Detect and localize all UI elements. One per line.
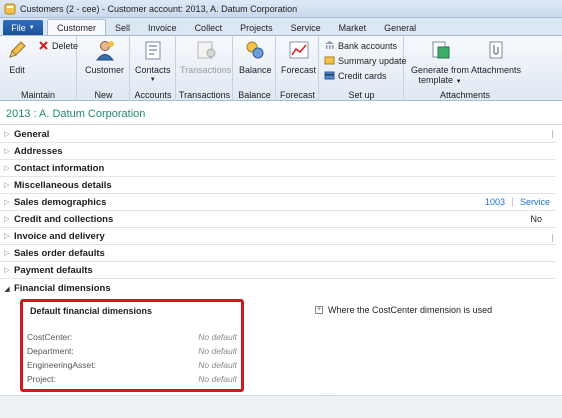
summary-link-service[interactable]: Service — [520, 197, 550, 207]
tab-invoice[interactable]: Invoice — [139, 20, 186, 36]
tab-general[interactable]: General — [375, 20, 425, 36]
group-maintain: Edit Delete Maintain — [0, 36, 78, 101]
template-icon — [432, 41, 450, 59]
group-forecast: Forecast Forecast — [277, 36, 319, 101]
summary-update-button[interactable]: Summary update — [324, 55, 407, 66]
divider — [511, 197, 513, 207]
tab-projects[interactable]: Projects — [231, 20, 282, 36]
tab-customer[interactable]: Customer — [47, 19, 107, 36]
record-title: 2013 : A. Datum Corporation — [6, 108, 146, 120]
attachment-icon — [489, 41, 503, 59]
summary-value: No — [530, 214, 542, 224]
fasttab-payment-defaults[interactable]: ▷ Payment defaults — [0, 262, 556, 279]
summary-update-icon — [324, 56, 335, 65]
credit-card-icon — [324, 71, 335, 80]
fasttab-contact-information[interactable]: ▷ Contact information — [0, 160, 556, 177]
chevron-right-icon: ▷ — [4, 165, 10, 172]
group-accounts: Contacts ▼ Accounts — [131, 36, 176, 101]
chevron-right-icon: ▷ — [4, 148, 10, 155]
tab-sell[interactable]: Sell — [106, 20, 139, 36]
group-transactions: Transactions Transactions — [177, 36, 233, 101]
transactions-button[interactable]: Transactions — [180, 39, 231, 75]
contacts-button[interactable]: Contacts ▼ — [135, 39, 171, 85]
chevron-down-icon: ▼ — [149, 77, 156, 83]
chevron-right-icon: ▷ — [4, 131, 10, 138]
group-label-attachments: Attachments — [439, 90, 491, 100]
chevron-right-icon: ▷ — [4, 267, 10, 274]
delete-icon — [39, 41, 48, 50]
title-bar: Customers (2 - cee) - Customer account: … — [0, 0, 562, 18]
group-new: Customer New — [78, 36, 130, 101]
group-attachments: Generate from template ▼ Attachments Att… — [405, 36, 525, 101]
contacts-icon — [145, 41, 161, 60]
chevron-down-icon: ▼ — [28, 25, 35, 31]
fasttab-summary: 1003 Service — [485, 197, 550, 207]
chevron-right-icon: ▷ — [4, 216, 10, 223]
transactions-icon — [197, 41, 216, 59]
chevron-down-icon: ◢ — [4, 285, 10, 293]
fasttab-financial-dimensions[interactable]: ◢ Financial dimensions — [0, 280, 556, 297]
group-label-accounts: Accounts — [134, 90, 172, 100]
group-label-maintain: Maintain — [20, 90, 56, 100]
expand-plus-icon: + — [315, 306, 323, 314]
fasttab-sales-demographics[interactable]: ▷ Sales demographics 1003 Service — [0, 194, 556, 211]
bank-accounts-button[interactable]: Bank accounts — [324, 40, 397, 51]
credit-cards-button[interactable]: Credit cards — [324, 70, 387, 81]
chevron-right-icon: ▷ — [4, 199, 10, 206]
fasttab-sales-order-defaults[interactable]: ▷ Sales order defaults — [0, 245, 556, 262]
bank-icon — [325, 41, 334, 49]
divider — [552, 234, 553, 242]
divider — [552, 130, 553, 138]
dimension-row-project[interactable]: Project: No default — [27, 374, 237, 384]
dimension-row-costcenter[interactable]: CostCenter: No default — [27, 332, 237, 342]
group-label-transactions: Transactions — [178, 90, 231, 100]
fasttab-general[interactable]: ▷ General — [0, 126, 556, 143]
chevron-right-icon: ▷ — [4, 182, 10, 189]
group-label-setup: Set up — [348, 90, 375, 100]
bottom-bar — [0, 395, 562, 418]
group-label-forecast: Forecast — [279, 90, 315, 100]
fasttab-addresses[interactable]: ▷ Addresses — [0, 143, 556, 160]
fasttab-summary: No — [530, 214, 550, 224]
dimension-row-department[interactable]: Department: No default — [27, 346, 237, 356]
pencil-icon — [9, 41, 26, 58]
fasttab-miscellaneous-details[interactable]: ▷ Miscellaneous details — [0, 177, 556, 194]
balance-button[interactable]: Balance — [239, 39, 272, 75]
app-icon — [4, 3, 16, 14]
where-used-expander[interactable]: + Where the CostCenter dimension is used — [315, 305, 492, 315]
chevron-down-icon: ▼ — [455, 79, 462, 85]
dimension-row-engineeringasset[interactable]: EngineeringAsset: No default — [27, 360, 237, 370]
group-label-new: New — [94, 90, 113, 100]
customer-icon — [95, 41, 114, 61]
tab-collect[interactable]: Collect — [186, 20, 232, 36]
group-setup: Bank accounts Summary update Credit card… — [320, 36, 407, 101]
default-financial-dimensions-panel: Default financial dimensions CostCenter:… — [20, 299, 244, 392]
divider — [0, 124, 562, 125]
attachments-button[interactable]: Attachments — [471, 39, 521, 75]
fasttab-invoice-and-delivery[interactable]: ▷ Invoice and delivery — [0, 228, 556, 245]
group-balance: Balance Balance — [234, 36, 276, 101]
balance-icon — [246, 41, 264, 59]
fasttab-credit-and-collections[interactable]: ▷ Credit and collections No — [0, 211, 556, 228]
section-heading: Default financial dimensions — [30, 306, 153, 316]
chevron-right-icon: ▷ — [4, 250, 10, 257]
tab-market[interactable]: Market — [330, 20, 376, 36]
delete-button[interactable]: Delete — [38, 40, 78, 51]
forecast-button[interactable]: Forecast — [281, 39, 316, 75]
ribbon-tab-row: File ▼ Customer Sell Invoice Collect Proj… — [0, 18, 562, 36]
group-label-balance: Balance — [238, 90, 271, 100]
chevron-right-icon: ▷ — [4, 233, 10, 240]
window-title: Customers (2 - cee) - Customer account: … — [20, 3, 298, 14]
edit-button[interactable]: Edit — [6, 39, 28, 75]
generate-from-template-button[interactable]: Generate from template ▼ — [411, 39, 469, 87]
tab-service[interactable]: Service — [282, 20, 330, 36]
forecast-chart-icon — [289, 41, 308, 59]
ribbon: Edit Delete Maintain Customer New Contac… — [0, 35, 562, 101]
summary-link-1003[interactable]: 1003 — [485, 197, 505, 207]
file-tab[interactable]: File ▼ — [3, 20, 43, 36]
new-customer-button[interactable]: Customer — [85, 39, 124, 75]
